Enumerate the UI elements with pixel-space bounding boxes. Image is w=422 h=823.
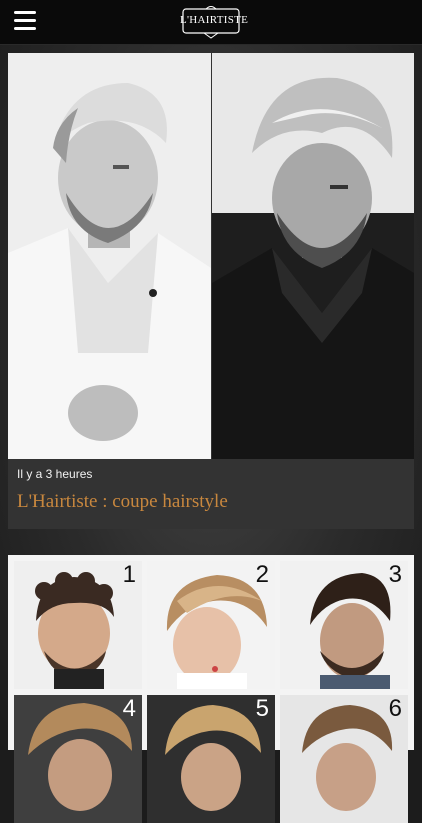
article-card[interactable]: Il y a 3 heures L'Hairtiste : coupe hair… <box>8 53 414 529</box>
gallery-number: 6 <box>388 695 402 722</box>
article-photo-right <box>212 53 414 459</box>
top-bar: L'HAIRTISTE <box>0 0 422 45</box>
gallery-number: 4 <box>122 695 136 722</box>
gallery-number: 2 <box>255 561 269 588</box>
gallery-number: 5 <box>255 695 269 722</box>
hamburger-menu-icon[interactable] <box>14 11 36 31</box>
article-time: Il y a 3 heures <box>17 467 93 481</box>
gallery-thumb-5[interactable]: 5 <box>147 695 275 823</box>
gallery-thumb-2[interactable]: 2 <box>147 561 275 689</box>
article-title[interactable]: L'Hairtiste : coupe hairstyle <box>17 491 228 513</box>
logo-text: L'HAIRTISTE <box>180 14 249 26</box>
hairstyle-gallery: 1 2 3 4 5 6 <box>8 555 414 823</box>
gallery-number: 3 <box>388 561 402 588</box>
gallery-thumb-3[interactable]: 3 <box>280 561 408 689</box>
gallery-thumb-1[interactable]: 1 <box>14 561 142 689</box>
gallery-thumb-6[interactable]: 6 <box>280 695 408 823</box>
app-logo[interactable]: L'HAIRTISTE <box>180 4 249 40</box>
article-photo-left <box>8 53 211 459</box>
article-caption: Il y a 3 heures L'Hairtiste : coupe hair… <box>8 459 414 529</box>
content-area: Il y a 3 heures L'Hairtiste : coupe hair… <box>0 45 422 823</box>
gallery-thumb-4[interactable]: 4 <box>14 695 142 823</box>
gallery-number: 1 <box>122 561 136 588</box>
